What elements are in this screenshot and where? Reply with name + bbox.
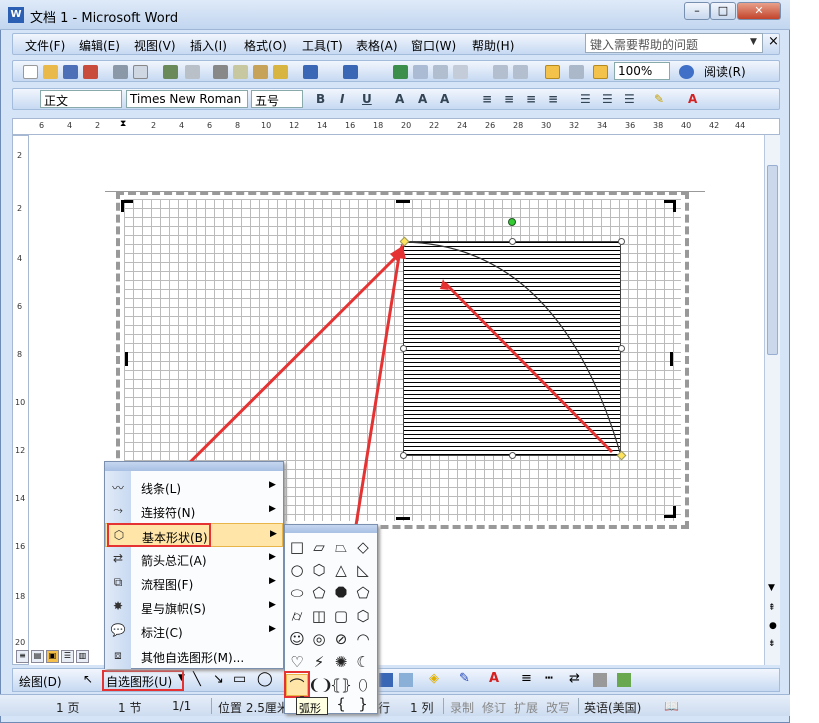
autoshape-item-connectors[interactable]: ⤳ 连接符(N) ▶ bbox=[105, 499, 283, 523]
resize-handle[interactable] bbox=[400, 452, 407, 459]
left-brace-shape-icon[interactable]: { bbox=[330, 693, 352, 715]
moon-shape-icon[interactable]: ☾ bbox=[352, 651, 374, 673]
menu-item-label: 标注(C) bbox=[141, 626, 183, 640]
pentagon-shape-icon[interactable]: ⬠ bbox=[352, 582, 374, 604]
line-icon: 〰 bbox=[111, 481, 124, 495]
menu-item-label: 线条(L) bbox=[141, 482, 182, 496]
menu-item-label: 星与旗帜(S) bbox=[141, 602, 206, 616]
menu-item-label: 连接符(N) bbox=[141, 506, 196, 520]
menu-drag-handle[interactable] bbox=[105, 462, 283, 471]
resize-handle[interactable] bbox=[400, 345, 407, 352]
submenu-arrow-icon: ▶ bbox=[269, 576, 276, 586]
menu-item-label: 箭头总汇(A) bbox=[141, 554, 207, 568]
autoshape-item-callouts[interactable]: 💬 标注(C) ▶ bbox=[105, 619, 283, 643]
donut-shape-icon[interactable]: ◎ bbox=[308, 628, 330, 650]
submenu-arrow-icon: ▶ bbox=[269, 504, 276, 514]
heart-shape-icon[interactable]: ♡ bbox=[286, 651, 308, 673]
resize-handle[interactable] bbox=[509, 452, 516, 459]
resize-handle[interactable] bbox=[618, 238, 625, 245]
autoshape-item-flowchart[interactable]: ⧉ 流程图(F) ▶ bbox=[105, 571, 283, 595]
oval-shape-icon[interactable]: ⬭ bbox=[286, 582, 308, 604]
basic-shapes-submenu: □ ▱ ⏢ ◇ ○ ⬡ △ ◺ ⬭ ⬠ ⯃ ⬠ ⌭ ◫ ▢ ⬡ ☺ ◎ ⊘ ◠ … bbox=[284, 524, 378, 714]
arc-shape-line bbox=[403, 241, 622, 457]
can-shape-icon[interactable]: ⌭ bbox=[286, 605, 308, 627]
no-symbol-shape-icon[interactable]: ⊘ bbox=[330, 628, 352, 650]
trapezoid-shape-icon[interactable]: ⏢ bbox=[330, 536, 352, 558]
sun-shape-icon[interactable]: ✺ bbox=[330, 651, 352, 673]
stars-banners-icon: ✸ bbox=[112, 599, 124, 613]
callouts-icon: 💬 bbox=[110, 623, 126, 637]
submenu-drag-handle[interactable] bbox=[285, 525, 377, 533]
highlight-box bbox=[107, 523, 211, 547]
hexagon-shape-icon[interactable]: ⬠ bbox=[308, 582, 330, 604]
octagon-shape-icon[interactable]: ⬡ bbox=[308, 559, 330, 581]
rectangle-shape-icon[interactable]: □ bbox=[286, 536, 308, 558]
lightning-shape-icon[interactable]: ⚡ bbox=[308, 651, 330, 673]
submenu-arrow-icon: ▶ bbox=[270, 529, 277, 539]
parallelogram-shape-icon[interactable]: ▱ bbox=[308, 536, 330, 558]
autoshape-item-stars-banners[interactable]: ✸ 星与旗帜(S) ▶ bbox=[105, 595, 283, 619]
smiley-shape-icon[interactable]: ☺ bbox=[286, 628, 308, 650]
more-autoshapes-icon: ⧈ bbox=[114, 648, 122, 662]
connector-icon: ⤳ bbox=[113, 503, 123, 517]
menu-item-label: 流程图(F) bbox=[141, 578, 194, 592]
arc-tooltip: 弧形 bbox=[296, 697, 328, 715]
rotate-handle[interactable] bbox=[508, 218, 516, 226]
autoshape-item-block-arrows[interactable]: ⇄ 箭头总汇(A) ▶ bbox=[105, 547, 283, 571]
highlight-box bbox=[102, 670, 184, 691]
submenu-arrow-icon: ▶ bbox=[269, 480, 276, 490]
right-brace-shape-icon[interactable]: } bbox=[352, 693, 374, 715]
flowchart-icon: ⧉ bbox=[113, 575, 123, 589]
folded-corner-shape-icon[interactable]: ⬡ bbox=[352, 605, 374, 627]
submenu-arrow-icon: ▶ bbox=[269, 552, 276, 562]
right-triangle-shape-icon[interactable]: ◺ bbox=[352, 559, 374, 581]
rounded-rect-shape-icon[interactable]: ○ bbox=[286, 559, 308, 581]
triangle-shape-icon[interactable]: △ bbox=[330, 559, 352, 581]
bevel-shape-icon[interactable]: ▢ bbox=[330, 605, 352, 627]
autoshape-item-more[interactable]: ⧈ 其他自选图形(M)... bbox=[105, 644, 283, 668]
autoshape-item-lines[interactable]: 〰 线条(L) ▶ bbox=[105, 475, 283, 499]
submenu-arrow-icon: ▶ bbox=[269, 600, 276, 610]
block-arc-shape-icon[interactable]: ◠ bbox=[352, 628, 374, 650]
resize-handle[interactable] bbox=[509, 238, 516, 245]
menu-item-label: 其他自选图形(M)... bbox=[141, 651, 245, 665]
cross-shape-icon[interactable]: ⯃ bbox=[330, 582, 352, 604]
submenu-arrow-icon: ▶ bbox=[269, 624, 276, 634]
resize-handle[interactable] bbox=[618, 345, 625, 352]
cube-shape-icon[interactable]: ◫ bbox=[308, 605, 330, 627]
block-arrows-icon: ⇄ bbox=[112, 551, 124, 565]
autoshapes-menu: 〰 线条(L) ▶ ⤳ 连接符(N) ▶ ⬡ 基本形状(B) ▶ ⇄ 箭头总汇(… bbox=[104, 461, 284, 669]
diamond-shape-icon[interactable]: ◇ bbox=[352, 536, 374, 558]
